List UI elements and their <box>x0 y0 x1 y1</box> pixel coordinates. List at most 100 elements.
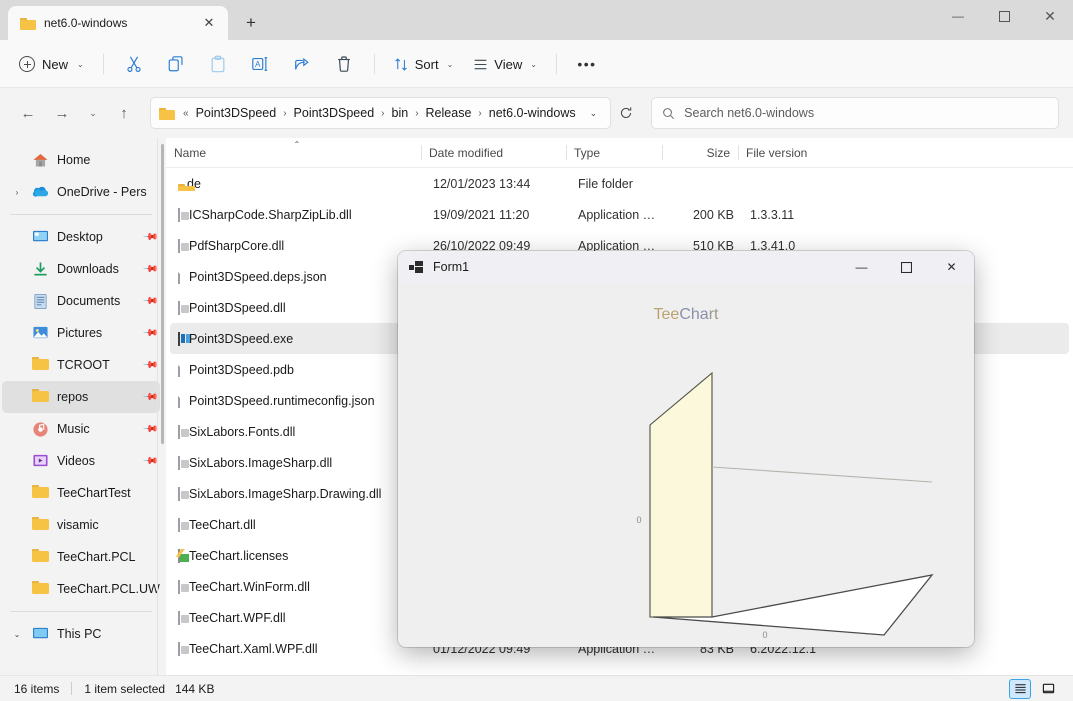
column-label: Type <box>574 145 601 160</box>
winforms-app-icon <box>409 260 424 274</box>
breadcrumb-item-0[interactable]: Point3DSpeed <box>191 103 282 123</box>
sidebar-item-visamic[interactable]: visamic <box>2 509 160 541</box>
recent-locations-button[interactable]: ⌄ <box>80 97 106 129</box>
breadcrumb-item-1[interactable]: Point3DSpeed <box>289 103 380 123</box>
documents-icon <box>32 293 49 310</box>
details-view-button[interactable] <box>1009 678 1031 699</box>
sidebar-item-label: visamic <box>57 518 99 532</box>
sidebar-item-desktop[interactable]: Desktop 📌 <box>2 221 160 253</box>
paste-button[interactable] <box>198 48 238 80</box>
breadcrumb[interactable]: « Point3DSpeed › Point3DSpeed › bin › Re… <box>150 97 612 129</box>
pin-icon[interactable]: 📌 <box>141 357 158 374</box>
new-tab-button[interactable]: + <box>234 8 268 38</box>
pin-icon[interactable]: 📌 <box>141 229 158 246</box>
sidebar-item-teechart-pcl[interactable]: TeeChart.PCL <box>2 541 160 573</box>
chart-depth-line <box>711 466 933 483</box>
sidebar-item-tcroot[interactable]: TCROOT 📌 <box>2 349 160 381</box>
sidebar-item-label: Home <box>57 153 91 167</box>
sidebar-item-label: Pictures <box>57 326 103 340</box>
expand-chevron-icon[interactable]: ⌄ <box>10 630 24 639</box>
pin-icon[interactable]: 📌 <box>141 293 158 310</box>
selection-status: 1 item selected <box>84 681 166 696</box>
form1-close-button[interactable]: ✕ <box>929 251 974 283</box>
sidebar-item-this-pc[interactable]: ⌄ This PC <box>2 618 160 650</box>
column-header-file-version[interactable]: File version <box>738 138 898 167</box>
sidebar-scrollbar-thumb[interactable] <box>161 144 164 444</box>
form1-window[interactable]: Form1 — ✕ TeeChart 0 0 <box>398 251 974 647</box>
type-cell: File folder <box>578 176 633 191</box>
large-icons-view-button[interactable] <box>1037 679 1059 699</box>
folder-icon <box>32 357 49 374</box>
share-button[interactable] <box>282 48 322 80</box>
forward-button[interactable]: → <box>46 97 78 129</box>
sidebar-item-videos[interactable]: Videos 📌 <box>2 445 160 477</box>
music-icon <box>32 421 49 438</box>
teechart-canvas[interactable]: TeeChart 0 0 <box>398 283 974 647</box>
file-version-cell: 1.3.3.11 <box>750 207 795 222</box>
sort-button[interactable]: Sort ⌄ <box>385 48 463 80</box>
close-icon[interactable]: ✕ <box>198 12 220 34</box>
breadcrumb-overflow[interactable]: « <box>181 108 191 119</box>
type-cell: Application exten... <box>578 207 666 222</box>
close-button[interactable]: ✕ <box>1027 0 1073 32</box>
sidebar-item-pictures[interactable]: Pictures 📌 <box>2 317 160 349</box>
form1-maximize-button[interactable] <box>884 251 929 283</box>
file-name-cell: SixLabors.Fonts.dll <box>170 424 425 439</box>
breadcrumb-item-4[interactable]: net6.0-windows <box>484 103 581 123</box>
file-name-label: TeeChart.WPF.dll <box>189 610 286 625</box>
file-name-cell: de <box>170 177 425 191</box>
delete-button[interactable] <box>324 48 364 80</box>
x-axis-tick-label: 0 <box>762 630 767 640</box>
pin-icon[interactable]: 📌 <box>141 325 158 342</box>
pin-icon[interactable]: 📌 <box>141 389 158 406</box>
column-header-date-modified[interactable]: Date modified <box>421 138 566 167</box>
sidebar-item-downloads[interactable]: Downloads 📌 <box>2 253 160 285</box>
column-header-name[interactable]: Name ⌃ <box>166 138 421 167</box>
form1-minimize-button[interactable]: — <box>839 251 884 283</box>
view-button[interactable]: View ⌄ <box>464 48 546 80</box>
column-headers: Name ⌃ Date modified Type Size File vers… <box>166 138 1073 168</box>
more-options-button[interactable]: ••• <box>567 48 607 80</box>
copy-button[interactable] <box>156 48 196 80</box>
form1-window-controls: — ✕ <box>839 251 974 283</box>
chevron-down-icon[interactable]: ⌄ <box>581 108 607 119</box>
tab-net60-windows[interactable]: net6.0-windows ✕ <box>8 6 228 40</box>
sidebar-item-repos[interactable]: repos 📌 <box>2 381 160 413</box>
table-row[interactable]: ICSharpCode.SharpZipLib.dll 19/09/2021 11… <box>170 199 1069 230</box>
search-input[interactable]: Search net6.0-windows <box>651 97 1059 129</box>
refresh-button[interactable] <box>613 106 639 120</box>
file-name-label: Point3DSpeed.deps.json <box>189 269 327 284</box>
y-axis-tick-label: 0 <box>636 515 641 525</box>
maximize-button[interactable] <box>981 0 1027 32</box>
breadcrumb-item-3[interactable]: Release <box>421 103 477 123</box>
dll-icon <box>178 238 180 253</box>
column-header-type[interactable]: Type <box>566 138 662 167</box>
table-row[interactable]: de 12/01/2023 13:44 File folder <box>170 168 1069 199</box>
form1-titlebar[interactable]: Form1 — ✕ <box>398 251 974 283</box>
sidebar-item-onedrive[interactable]: › OneDrive - Pers <box>2 176 160 208</box>
back-button[interactable]: ← <box>12 97 44 129</box>
column-header-size[interactable]: Size <box>662 138 738 167</box>
file-name-label: Point3DSpeed.exe <box>189 331 294 346</box>
sidebar-item-label: TeeChart.PCL <box>57 550 136 564</box>
sidebar-scrollbar-track[interactable] <box>157 138 166 675</box>
rename-button[interactable]: A <box>240 48 280 80</box>
sidebar-item-teecharttest[interactable]: TeeChartTest <box>2 477 160 509</box>
pin-icon[interactable]: 📌 <box>141 453 158 470</box>
minimize-button[interactable]: — <box>935 0 981 32</box>
up-button[interactable]: ↑ <box>108 97 140 129</box>
file-name-label: ICSharpCode.SharpZipLib.dll <box>189 207 352 222</box>
sidebar-item-documents[interactable]: Documents 📌 <box>2 285 160 317</box>
sidebar-item-home[interactable]: Home <box>2 144 160 176</box>
command-bar: New ⌄ A Sort ⌄ View ⌄ ••• <box>0 40 1073 88</box>
size-cell: 200 KB <box>692 207 734 222</box>
new-button[interactable]: New ⌄ <box>12 48 93 80</box>
expand-chevron-icon[interactable]: › <box>10 188 24 197</box>
sidebar-item-label: repos <box>57 390 89 404</box>
cut-button[interactable] <box>114 48 154 80</box>
breadcrumb-item-2[interactable]: bin <box>387 103 414 123</box>
sidebar-item-music[interactable]: Music 📌 <box>2 413 160 445</box>
pin-icon[interactable]: 📌 <box>141 261 158 278</box>
sidebar-item-teechart-pcl-uwp[interactable]: TeeChart.PCL.UW <box>2 573 160 605</box>
pin-icon[interactable]: 📌 <box>141 421 158 438</box>
